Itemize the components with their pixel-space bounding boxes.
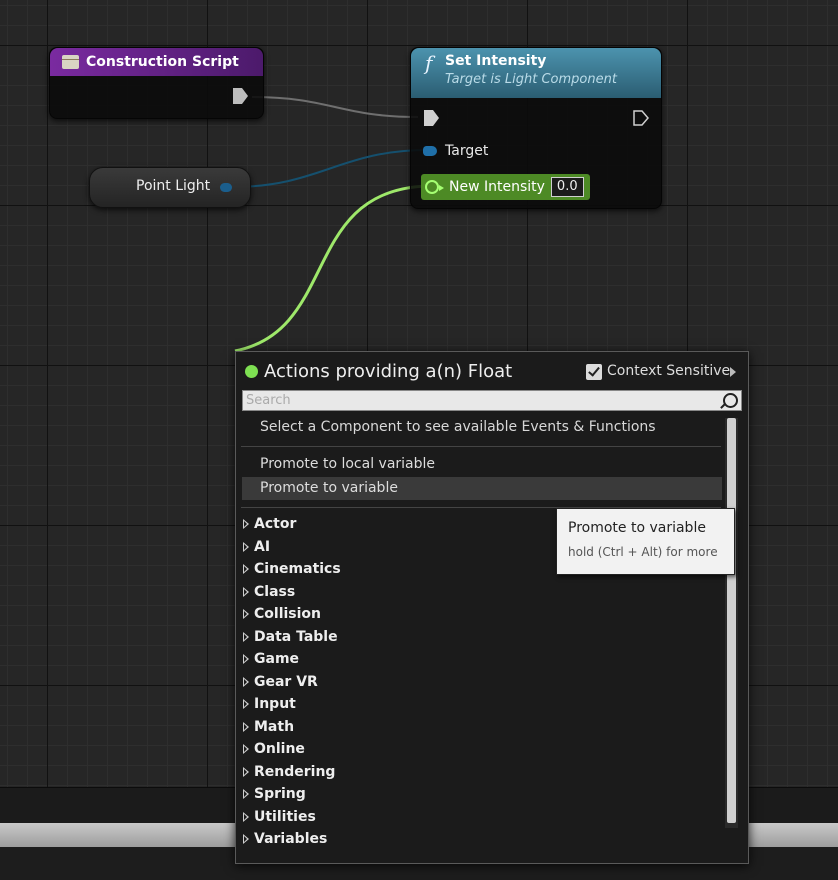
expand-arrow-icon[interactable]: [243, 564, 249, 574]
new-intensity-value-field[interactable]: 0.0: [550, 177, 584, 197]
construction-script-title: Construction Script: [86, 54, 239, 70]
expand-arrow-icon[interactable]: [243, 721, 249, 732]
set-intensity-header: f Set Intensity Target is Light Componen…: [411, 48, 661, 98]
expand-arrow-icon[interactable]: [243, 789, 249, 799]
category-data-table[interactable]: Data Table: [236, 626, 726, 649]
category-label: Online: [254, 741, 305, 757]
point-light-label: Point Light: [136, 178, 211, 194]
exec-input-pin[interactable]: [424, 110, 439, 126]
expand-arrow-icon[interactable]: [243, 699, 249, 709]
expand-arrow-icon[interactable]: [243, 811, 249, 822]
action-menu-title: Actions providing a(n) Float: [264, 361, 513, 382]
float-pin-icon[interactable]: [425, 180, 444, 194]
expand-arrow-icon[interactable]: [243, 834, 249, 844]
category-label: Data Table: [254, 628, 338, 645]
category-label: Variables: [254, 831, 328, 847]
category-game[interactable]: Game: [236, 648, 726, 671]
search-input[interactable]: [246, 391, 716, 410]
context-sensitive-checkbox[interactable]: [586, 364, 602, 380]
point-light-node[interactable]: Point Light: [89, 167, 251, 208]
expand-arrow-icon[interactable]: [243, 676, 249, 687]
category-gear-vr[interactable]: Gear VR: [236, 671, 726, 694]
category-label: Cinematics: [254, 561, 341, 577]
expand-arrow-icon[interactable]: [243, 519, 249, 529]
context-sensitive-label[interactable]: Context Sensitive: [607, 363, 730, 379]
target-pin-label: Target: [445, 143, 489, 159]
point-light-output-pin[interactable]: [220, 183, 232, 192]
expand-arrow-icon[interactable]: [243, 631, 249, 642]
action-menu-scrollbar[interactable]: [725, 418, 738, 828]
expand-arrow-icon[interactable]: [243, 541, 249, 552]
category-utilities[interactable]: Utilities: [236, 806, 726, 829]
exec-output-pin-hollow[interactable]: [633, 110, 649, 126]
search-icon[interactable]: [723, 393, 738, 408]
category-label: Actor: [254, 516, 297, 532]
category-label: Rendering: [254, 763, 336, 780]
target-pin-icon[interactable]: [423, 146, 437, 156]
action-menu-header: Actions providing a(n) Float Context Sen…: [236, 352, 748, 390]
tooltip-title: Promote to variable: [568, 520, 706, 536]
expand-arrow-icon[interactable]: [243, 744, 249, 754]
promote-to-local-variable-item[interactable]: Promote to local variable: [242, 453, 722, 476]
set-intensity-subtitle: Target is Light Component: [445, 72, 617, 87]
category-label: Class: [254, 583, 296, 600]
target-pin-row[interactable]: Target: [423, 143, 488, 159]
category-online[interactable]: Online: [236, 738, 726, 761]
category-label: AI: [254, 538, 271, 555]
context-sensitive-arrow-icon[interactable]: [730, 367, 736, 377]
component-hint-text: Select a Component to see available Even…: [260, 419, 656, 435]
new-intensity-pin-row[interactable]: New Intensity 0.0: [421, 174, 590, 200]
category-label: Math: [254, 718, 295, 735]
separator: [241, 446, 721, 447]
expand-arrow-icon[interactable]: [243, 586, 249, 597]
category-class[interactable]: Class: [236, 581, 726, 604]
category-collision[interactable]: Collision: [236, 603, 726, 626]
float-type-icon: [245, 365, 258, 378]
construction-script-node[interactable]: Construction Script: [49, 47, 264, 119]
category-label: Utilities: [254, 808, 316, 825]
promote-to-variable-item[interactable]: Promote to variable: [242, 477, 722, 500]
category-label: Collision: [254, 606, 322, 622]
expand-arrow-icon[interactable]: [243, 609, 249, 619]
category-math[interactable]: Math: [236, 716, 726, 739]
category-variables[interactable]: Variables: [236, 828, 726, 851]
new-intensity-label: New Intensity: [449, 179, 545, 195]
category-rendering[interactable]: Rendering: [236, 761, 726, 784]
set-intensity-title: Set Intensity: [445, 53, 547, 69]
event-icon: [62, 55, 79, 69]
search-box[interactable]: [242, 390, 742, 411]
expand-arrow-icon[interactable]: [243, 766, 249, 777]
category-label: Input: [254, 696, 296, 712]
category-label: Spring: [254, 786, 306, 802]
action-tooltip: Promote to variable hold (Ctrl + Alt) fo…: [556, 508, 735, 575]
category-label: Game: [254, 651, 300, 667]
category-input[interactable]: Input: [236, 693, 726, 716]
set-intensity-node[interactable]: f Set Intensity Target is Light Componen…: [410, 47, 662, 209]
expand-arrow-icon[interactable]: [243, 654, 249, 664]
category-spring[interactable]: Spring: [236, 783, 726, 806]
construction-script-header: Construction Script: [50, 48, 263, 76]
category-label: Gear VR: [254, 673, 318, 690]
function-icon: f: [425, 51, 433, 75]
tooltip-subtitle: hold (Ctrl + Alt) for more: [568, 545, 718, 559]
action-menu[interactable]: Actions providing a(n) Float Context Sen…: [235, 351, 749, 864]
scrollbar-thumb[interactable]: [727, 418, 736, 823]
